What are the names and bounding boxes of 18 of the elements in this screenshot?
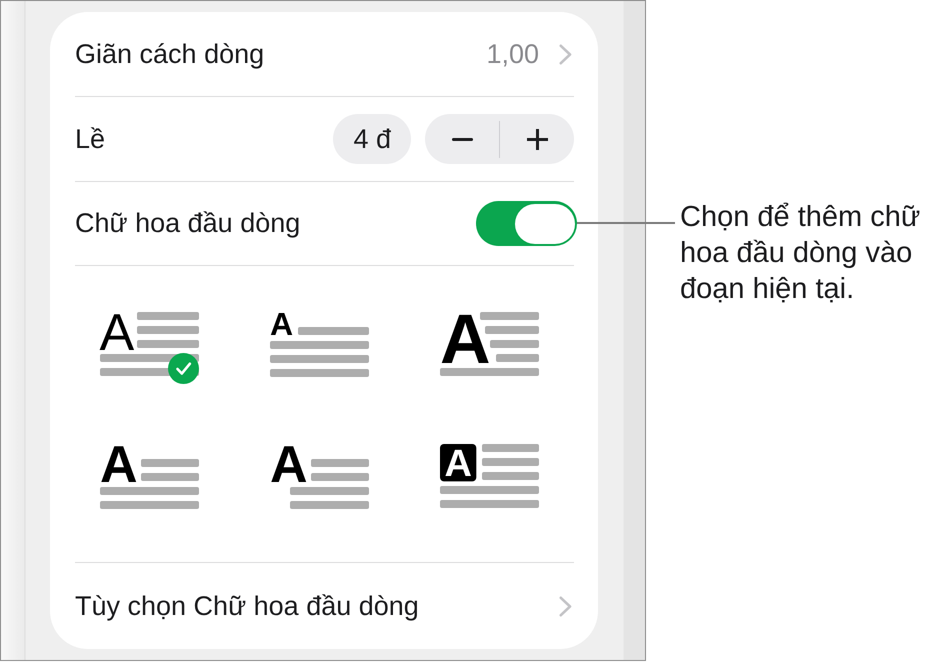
- plus-icon: [526, 128, 548, 150]
- row-value: 1,00: [486, 38, 539, 70]
- options-label: Tùy chọn Chữ hoa đầu dòng: [75, 590, 419, 622]
- row-label: Chữ hoa đầu dòng: [75, 208, 300, 239]
- drop-cap-style-option[interactable]: A: [100, 429, 199, 511]
- row-label: Giãn cách dòng: [75, 38, 264, 70]
- chevron-icon: [559, 44, 572, 64]
- callout-text: Chọn để thêm chữ hoa đầu dòng vào đoạn hiện tại.: [680, 201, 920, 305]
- drop-cap-style-option[interactable]: A: [270, 297, 369, 379]
- chevron-icon: [559, 596, 572, 616]
- toggle-switch[interactable]: [476, 201, 577, 246]
- minus-icon: [452, 138, 472, 140]
- row-label: Lề: [75, 124, 106, 154]
- checkmark-icon: [168, 353, 199, 384]
- drop-cap-style-option[interactable]: A: [440, 297, 539, 379]
- drop-cap-style-option[interactable]: A: [440, 429, 539, 511]
- value-field[interactable]: 4 đ: [333, 114, 411, 164]
- drop-cap-style-option[interactable]: A: [270, 429, 369, 511]
